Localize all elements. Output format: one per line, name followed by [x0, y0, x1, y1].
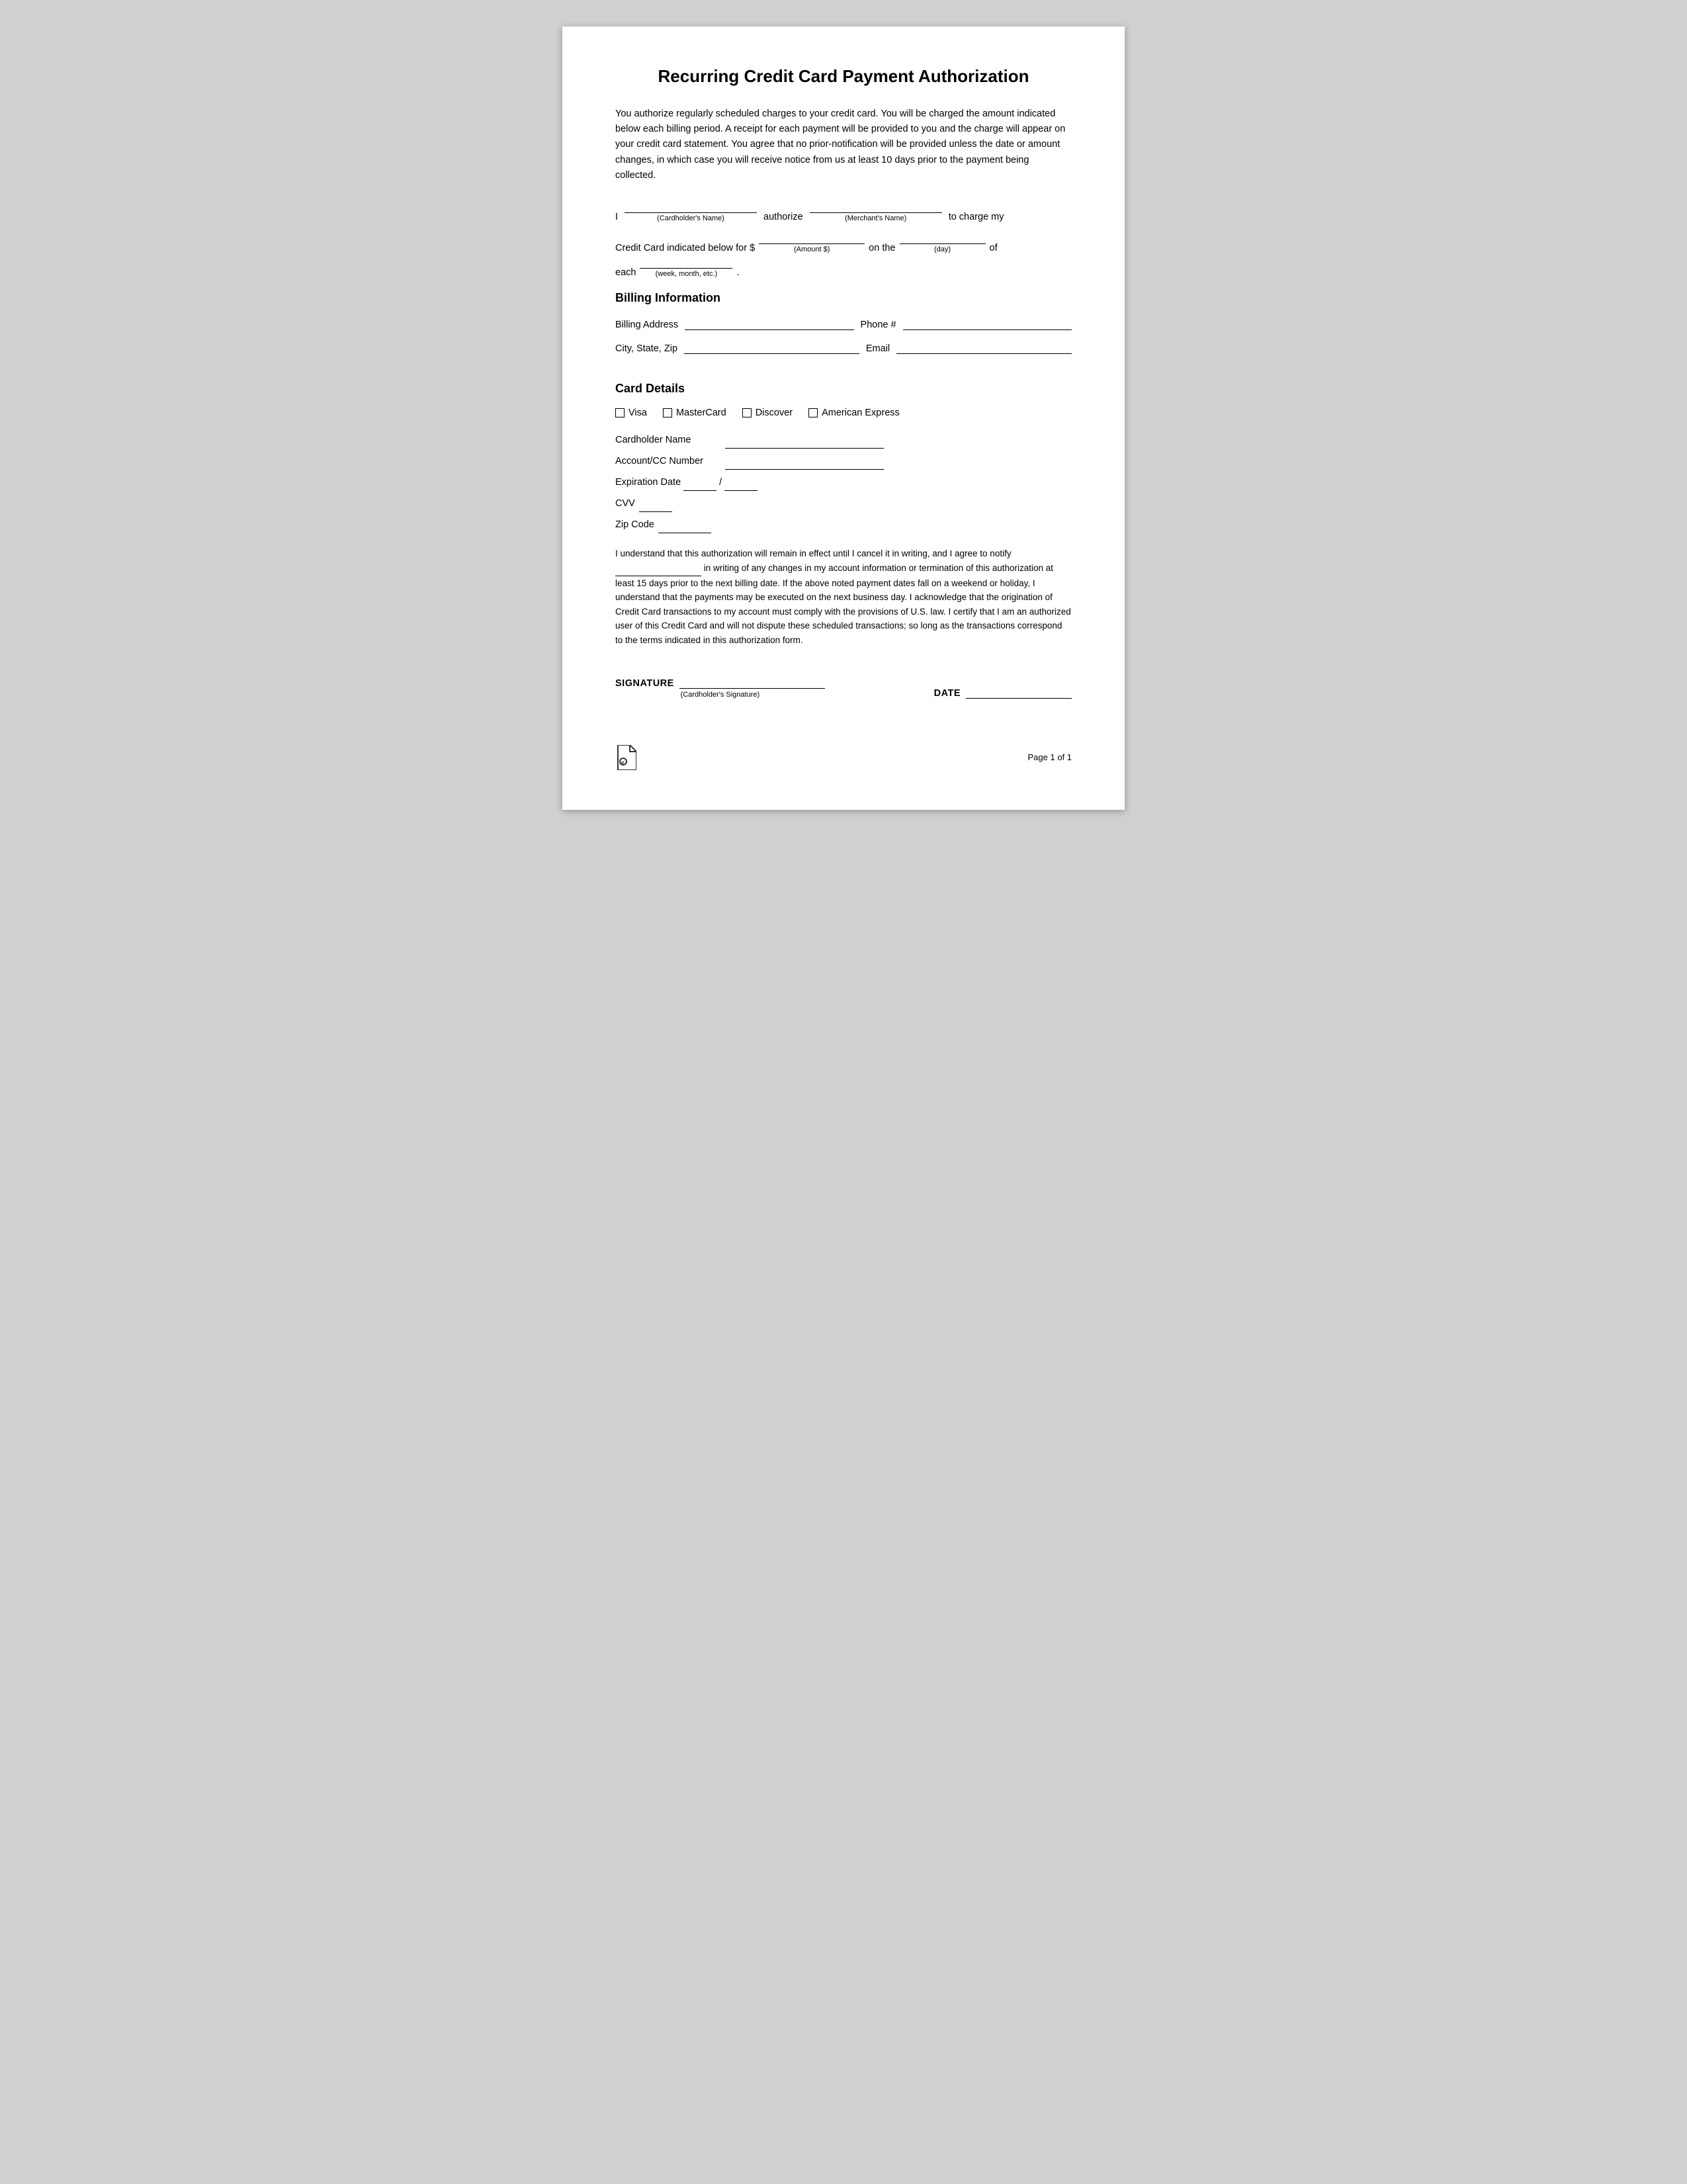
visa-checkbox[interactable]: [615, 408, 625, 417]
each-prefix: each: [615, 267, 636, 278]
city-state-field[interactable]: [684, 341, 859, 354]
city-state-label: City, State, Zip: [615, 343, 677, 354]
of-text: of: [990, 243, 998, 253]
document-icon: e: [615, 745, 636, 770]
signature-group: SIGNATURE (Cardholder's Signature): [615, 674, 825, 699]
signature-label: SIGNATURE: [615, 678, 674, 689]
intro-paragraph: You authorize regularly scheduled charge…: [615, 107, 1072, 183]
page-title: Recurring Credit Card Payment Authorizat…: [615, 66, 1072, 87]
account-number-input[interactable]: [725, 457, 884, 470]
city-state-row: City, State, Zip Email: [615, 341, 1072, 354]
expiry-separator: /: [719, 474, 722, 491]
each-row: each (week, month, etc.) .: [615, 257, 1072, 278]
visa-checkbox-item: Visa: [615, 408, 647, 418]
amex-label: American Express: [822, 408, 900, 418]
on-the-text: on the: [869, 243, 895, 253]
zip-input[interactable]: [658, 520, 711, 533]
card-details-section: Card Details Visa MasterCard Discover Am…: [615, 382, 1072, 533]
date-label: DATE: [934, 688, 961, 699]
authorize-suffix: to charge my: [949, 212, 1004, 222]
cvv-label: CVV: [615, 495, 635, 512]
account-label: Account/CC Number: [615, 453, 721, 470]
email-label: Email: [866, 343, 890, 354]
email-field[interactable]: [896, 341, 1072, 354]
account-number-row: Account/CC Number: [615, 453, 1072, 470]
amount-group: (Amount $): [759, 233, 865, 253]
amex-checkbox-item: American Express: [808, 408, 900, 418]
date-row: DATE: [934, 684, 1072, 699]
discover-label: Discover: [756, 408, 793, 418]
day-field[interactable]: [900, 233, 986, 244]
zip-label: Zip Code: [615, 516, 654, 533]
cardholder-name-input[interactable]: [725, 435, 884, 449]
document-page: Recurring Credit Card Payment Authorizat…: [562, 26, 1125, 810]
period-group: (week, month, etc.): [640, 257, 732, 278]
cvv-row: CVV: [615, 495, 1072, 512]
merchant-name-group: (Merchant's Name): [810, 202, 942, 222]
phone-field[interactable]: [903, 317, 1072, 330]
zip-row: Zip Code: [615, 516, 1072, 533]
period-field[interactable]: [640, 257, 732, 269]
expiration-label: Expiration Date: [615, 474, 681, 491]
signature-section: SIGNATURE (Cardholder's Signature) DATE: [615, 674, 1072, 699]
visa-label: Visa: [628, 408, 647, 418]
merchant-name-field[interactable]: [810, 202, 942, 213]
cardholder-name-row: Cardholder Name: [615, 431, 1072, 449]
day-group: (day): [900, 233, 986, 253]
cardholder-name-row-label: Cardholder Name: [615, 431, 721, 449]
discover-checkbox[interactable]: [742, 408, 752, 417]
mastercard-checkbox[interactable]: [663, 408, 672, 417]
signature-row: SIGNATURE: [615, 674, 825, 689]
cvv-input[interactable]: [639, 499, 672, 512]
card-info-block: Cardholder Name Account/CC Number Expira…: [615, 431, 1072, 533]
signature-field[interactable]: [679, 674, 825, 689]
amex-checkbox[interactable]: [808, 408, 818, 417]
authorize-middle: authorize: [763, 212, 803, 222]
signature-sub-label: (Cardholder's Signature): [681, 691, 760, 699]
legal-blank-field[interactable]: [615, 561, 701, 576]
footer: e Page 1 of 1: [615, 738, 1072, 770]
billing-address-row: Billing Address Phone #: [615, 317, 1072, 330]
card-type-row: Visa MasterCard Discover American Expres…: [615, 408, 1072, 418]
page-number: Page 1 of 1: [1028, 752, 1072, 762]
cardholder-name-label: (Cardholder's Name): [657, 214, 724, 222]
legal-text-block: I understand that this authorization wil…: [615, 546, 1072, 647]
cardholder-name-group: (Cardholder's Name): [625, 202, 757, 222]
expiry-row: Expiration Date /: [615, 474, 1072, 491]
amount-label: (Amount $): [794, 245, 830, 253]
day-label: (day): [934, 245, 951, 253]
period-label: (week, month, etc.): [656, 270, 718, 278]
billing-address-label: Billing Address: [615, 320, 678, 330]
discover-checkbox-item: Discover: [742, 408, 793, 418]
authorize-row: I (Cardholder's Name) authorize (Merchan…: [615, 202, 1072, 222]
mastercard-checkbox-item: MasterCard: [663, 408, 726, 418]
svg-text:e: e: [621, 760, 625, 765]
card-details-title: Card Details: [615, 382, 1072, 396]
amount-field[interactable]: [759, 233, 865, 244]
date-field[interactable]: [966, 684, 1072, 699]
cc-prefix: Credit Card indicated below for $: [615, 243, 755, 253]
credit-card-row: Credit Card indicated below for $ (Amoun…: [615, 233, 1072, 253]
billing-address-field[interactable]: [685, 317, 853, 330]
phone-label: Phone #: [861, 320, 896, 330]
merchant-name-label: (Merchant's Name): [845, 214, 906, 222]
expiry-year-input[interactable]: [724, 478, 757, 491]
billing-section-title: Billing Information: [615, 291, 1072, 305]
expiry-month-input[interactable]: [683, 478, 716, 491]
mastercard-label: MasterCard: [676, 408, 726, 418]
legal-text-part1: I understand that this authorization wil…: [615, 548, 1012, 558]
period-period: .: [736, 267, 739, 278]
authorize-prefix: I: [615, 212, 618, 222]
cardholder-name-field[interactable]: [625, 202, 757, 213]
